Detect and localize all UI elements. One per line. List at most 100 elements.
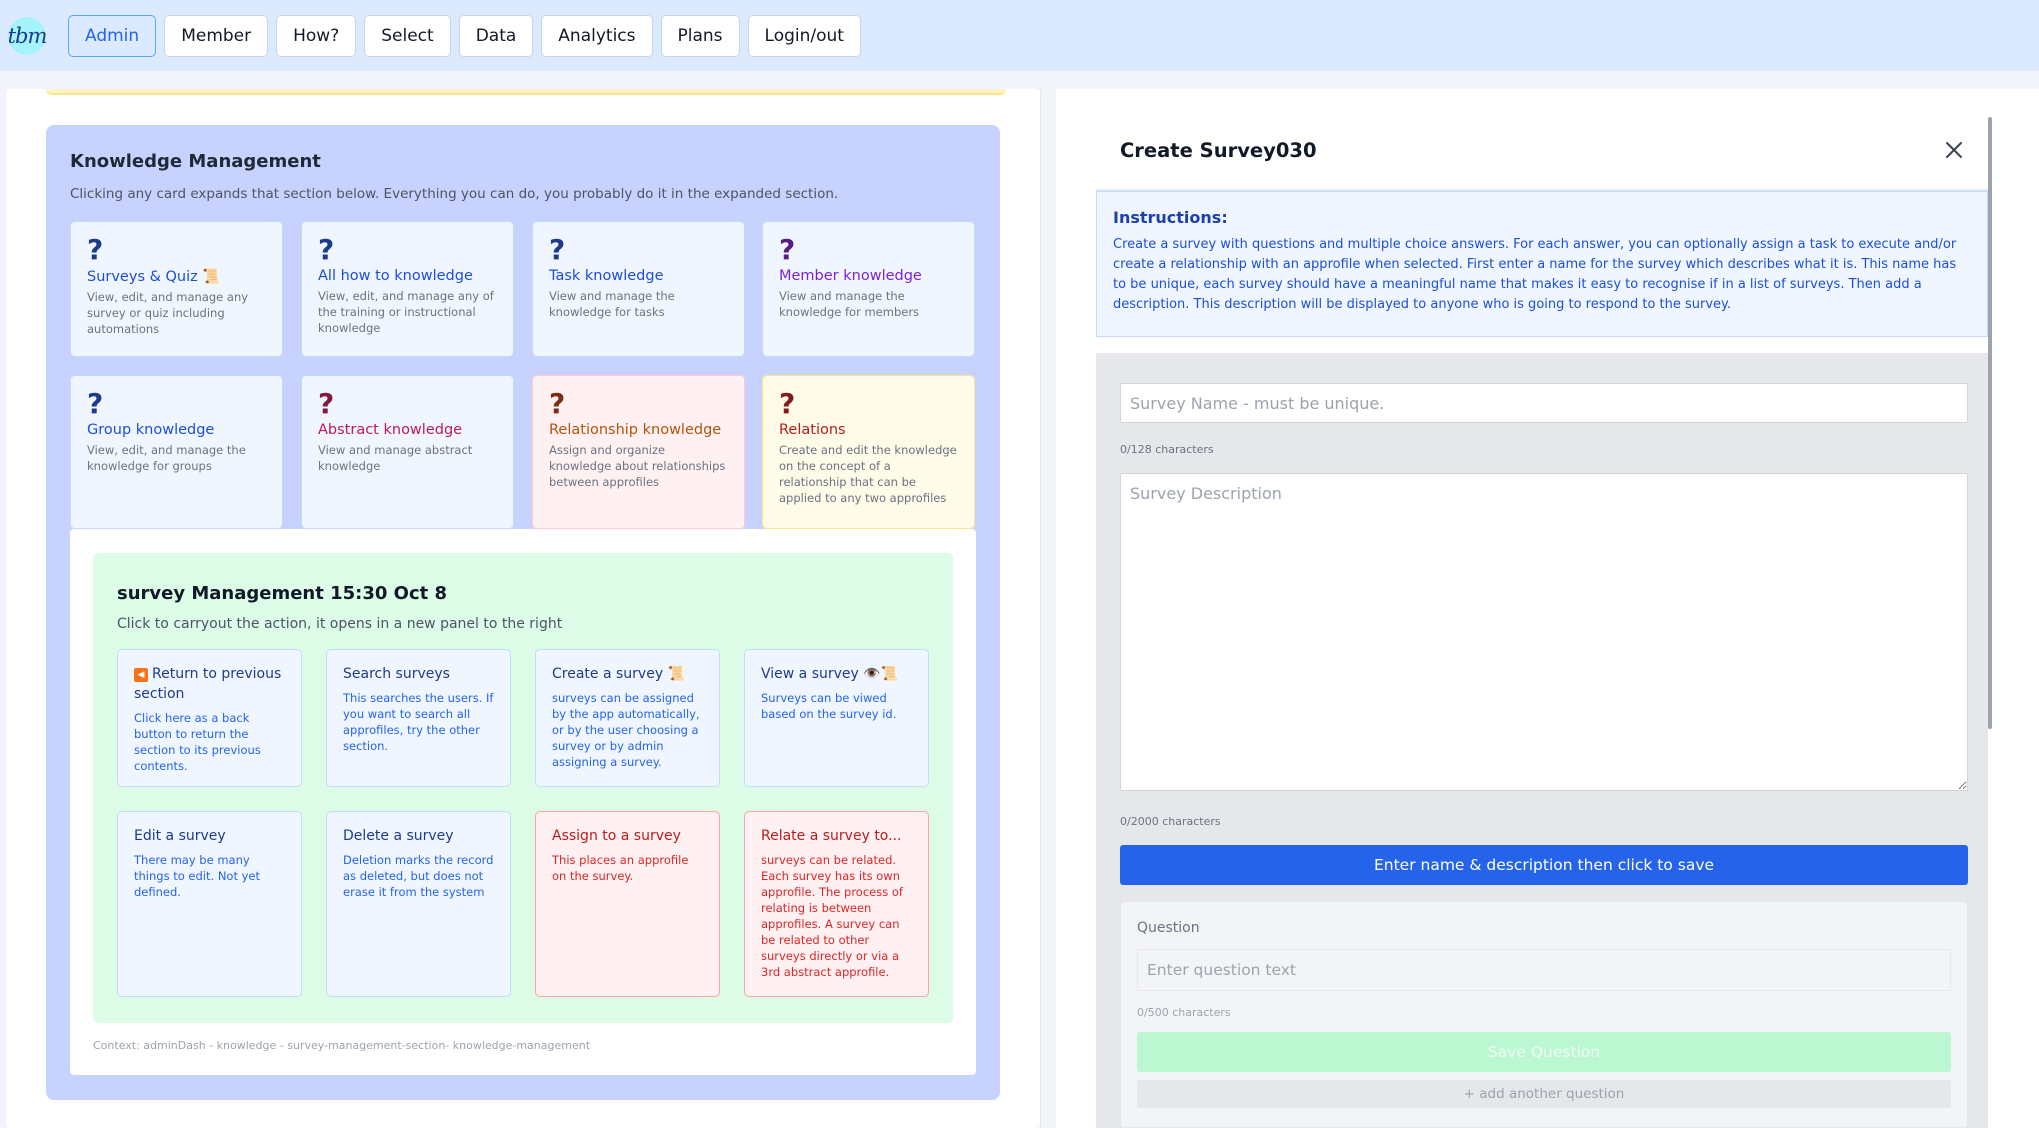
card-description: surveys can be related. Each survey has … [761,853,903,979]
save-question-button[interactable]: Save Question [1137,1032,1951,1072]
card-title: Assign to a survey [552,828,681,844]
card-description: Click here as a back button to return th… [134,711,261,773]
question-mark-icon: ? [87,233,104,266]
survey-description-input[interactable] [1120,473,1968,791]
survey-management-section: survey Management 15:30 Oct 8 Click to c… [93,553,953,1023]
action-search-surveys[interactable]: Search surveys This searches the users. … [326,649,511,787]
question-mark-icon: ? [318,233,335,266]
question-editor: Question 0/500 characters Save Question … [1120,901,1968,1128]
nav-data-button[interactable]: Data [458,14,534,57]
section-title: survey Management 15:30 Oct 8 [117,583,448,604]
card-title: Group knowledge [87,422,215,438]
card-description: Create and edit the knowledge on the con… [779,443,957,505]
card-title: Search surveys [343,666,450,682]
card-description: View, edit, and manage any of the traini… [318,289,494,335]
save-survey-button[interactable]: Enter name & description then click to s… [1120,845,1968,885]
knowledge-management-section: Knowledge Management Clicking any card e… [46,125,1000,1100]
card-group-knowledge[interactable]: ? Group knowledge View, edit, and manage… [70,375,283,529]
panel-scrollbar[interactable] [1988,117,1992,729]
card-title: ◀ Return to previous section [134,664,285,704]
action-assign-to-survey[interactable]: Assign to a survey This places an approf… [535,811,720,997]
question-mark-icon: ? [779,233,796,266]
collapsed-section-strip [46,89,1006,95]
question-mark-icon: ? [87,387,104,420]
card-relations[interactable]: ? Relations Create and edit the knowledg… [762,375,975,529]
survey-name-input[interactable] [1120,383,1968,423]
nav-login-out-button[interactable]: Login/out [747,14,861,57]
section-title: Knowledge Management [70,151,321,172]
nav-admin-button[interactable]: Admin [68,14,157,57]
expanded-section: survey Management 15:30 Oct 8 Click to c… [70,529,976,1075]
card-title: Relations [779,422,846,438]
question-mark-icon: ? [549,387,566,420]
create-survey-panel: Create Survey030 Instructions: Create a … [1096,115,1988,1128]
section-subtitle: Clicking any card expands that section b… [70,186,839,202]
action-view-survey[interactable]: View a survey 👁️📜 Surveys can be viwed b… [744,649,929,787]
card-description: View, edit, and manage any survey or qui… [87,290,249,336]
card-description: View and manage the knowledge for member… [779,289,920,319]
panel-divider [1040,89,1041,1128]
card-task-knowledge[interactable]: ? Task knowledge View and manage the kno… [532,221,745,357]
card-title: Surveys & Quiz 📜 [87,269,221,285]
back-arrow-icon: ◀ [134,668,148,682]
nav-plans-button[interactable]: Plans [660,14,740,57]
add-question-button[interactable]: + add another question [1137,1080,1951,1108]
instructions-title: Instructions: [1113,208,1228,227]
panel-title: Create Survey030 [1120,139,1317,162]
question-mark-icon: ? [318,387,335,420]
card-title: Create a survey 📜 [552,666,685,682]
card-description: View and manage abstract knowledge [318,443,473,473]
card-title: Task knowledge [549,268,664,284]
top-navigation-bar: tbm Admin Member How? Select Data Analyt… [0,0,2039,71]
card-all-how-to-knowledge[interactable]: ? All how to knowledge View, edit, and m… [301,221,514,357]
card-description: View, edit, and manage the knowledge for… [87,443,246,473]
card-description: surveys can be assigned by the app autom… [552,691,700,769]
action-relate-survey[interactable]: Relate a survey to... surveys can be rel… [744,811,929,997]
context-breadcrumb: Context: adminDash - knowledge - survey-… [93,1039,591,1052]
question-mark-icon: ? [549,233,566,266]
nav-analytics-button[interactable]: Analytics [541,14,653,57]
card-relationship-knowledge[interactable]: ? Relationship knowledge Assign and orga… [532,375,745,529]
nav-select-button[interactable]: Select [364,14,451,57]
nav-member-button[interactable]: Member [164,14,269,57]
name-char-count: 0/128 characters [1120,443,1214,456]
card-title-text: Return to previous section [134,666,282,702]
question-mark-icon: ? [779,387,796,420]
action-edit-survey[interactable]: Edit a survey There may be many things t… [117,811,302,997]
instructions-text: Create a survey with questions and multi… [1113,237,1957,312]
action-delete-survey[interactable]: Delete a survey Deletion marks the recor… [326,811,511,997]
card-title: Edit a survey [134,828,226,844]
card-title: Relate a survey to... [761,828,902,844]
left-panel: Knowledge Management Clicking any card e… [6,89,1040,1128]
app-logo[interactable]: tbm [8,16,47,55]
question-char-count: 0/500 characters [1137,1006,1231,1019]
card-description: This places an approfile on the survey. [552,853,689,883]
close-icon[interactable] [1944,140,1964,160]
card-title: Abstract knowledge [318,422,463,438]
panel-header: Create Survey030 [1096,115,1988,189]
description-char-count: 0/2000 characters [1120,815,1221,828]
card-description: Surveys can be viwed based on the survey… [761,691,897,721]
card-description: This searches the users. If you want to … [343,691,494,753]
question-text-input[interactable] [1137,949,1951,991]
card-title: View a survey 👁️📜 [761,666,899,682]
card-description: View and manage the knowledge for tasks [549,289,675,319]
card-description: Assign and organize knowledge about rela… [549,443,726,489]
instructions-footer [1096,337,1988,353]
nav-how-button[interactable]: How? [276,14,357,57]
card-member-knowledge[interactable]: ? Member knowledge View and manage the k… [762,221,975,357]
card-description: Deletion marks the record as deleted, bu… [343,853,494,899]
card-title: Relationship knowledge [549,422,722,438]
card-title: Delete a survey [343,828,454,844]
action-return-previous-section[interactable]: ◀ Return to previous section Click here a… [117,649,302,787]
right-panel: Create Survey030 Instructions: Create a … [1056,89,2039,1128]
card-title: All how to knowledge [318,268,473,284]
card-description: There may be many things to edit. Not ye… [134,853,261,899]
card-surveys-quiz[interactable]: ? Surveys & Quiz 📜 View, edit, and manag… [70,221,283,357]
question-label: Question [1137,920,1200,936]
instructions-box: Instructions: Create a survey with quest… [1096,191,1988,337]
card-abstract-knowledge[interactable]: ? Abstract knowledge View and manage abs… [301,375,514,529]
card-title: Member knowledge [779,268,922,284]
action-create-survey[interactable]: Create a survey 📜 surveys can be assigne… [535,649,720,787]
section-subtitle: Click to carryout the action, it opens i… [117,616,563,632]
